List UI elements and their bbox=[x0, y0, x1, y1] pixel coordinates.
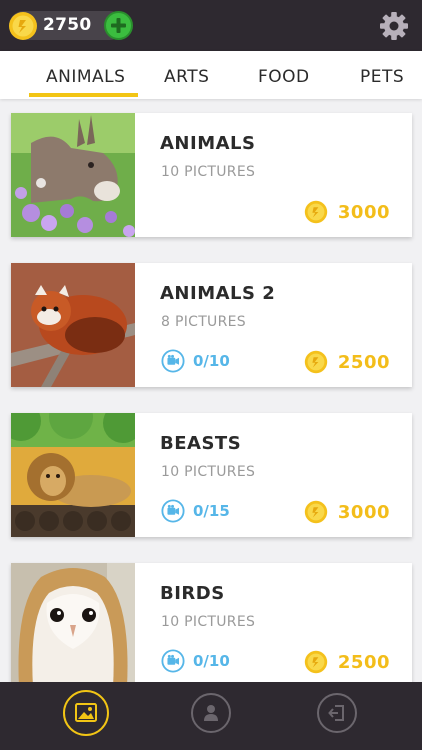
red-panda-thumbnail bbox=[11, 263, 135, 387]
donkey-thumbnail bbox=[11, 113, 135, 237]
video-camera-icon bbox=[161, 649, 185, 673]
price-value: 2500 bbox=[337, 651, 390, 673]
coin-icon bbox=[304, 200, 328, 224]
tab-pets[interactable]: PETS bbox=[360, 67, 404, 87]
video-unlock-progress[interactable]: 0/10 bbox=[161, 649, 230, 673]
unlock-price[interactable]: 3000 bbox=[304, 500, 390, 524]
tab-arts[interactable]: ARTS bbox=[164, 67, 209, 87]
category-title: BIRDS bbox=[160, 583, 225, 604]
coin-count: 2750 bbox=[43, 15, 92, 35]
category-title: BEASTS bbox=[160, 433, 242, 454]
category-title: ANIMALS bbox=[160, 133, 256, 154]
coin-icon bbox=[304, 350, 328, 374]
owl-thumbnail bbox=[11, 563, 135, 687]
top-bar: 2750 bbox=[0, 0, 422, 51]
tab-food[interactable]: FOOD bbox=[258, 67, 310, 87]
coin-balance: 2750 bbox=[8, 11, 133, 41]
category-card-animals-2[interactable]: ANIMALS 2 8 PICTURES 0/10 2500 bbox=[11, 263, 412, 387]
unlock-price[interactable]: 3000 bbox=[304, 200, 390, 224]
active-tab-indicator bbox=[29, 93, 138, 97]
picture-count: 8 PICTURES bbox=[161, 314, 246, 330]
picture-count: 10 PICTURES bbox=[161, 614, 256, 630]
category-card-birds[interactable]: BIRDS 10 PICTURES 0/10 2500 bbox=[11, 563, 412, 687]
price-value: 2500 bbox=[337, 351, 390, 373]
lion-thumbnail bbox=[11, 413, 135, 537]
tab-animals[interactable]: ANIMALS bbox=[46, 67, 125, 87]
plus-icon bbox=[111, 18, 126, 33]
coin-icon bbox=[304, 500, 328, 524]
coin-icon bbox=[8, 11, 38, 41]
unlock-price[interactable]: 2500 bbox=[304, 350, 390, 374]
add-coins-button[interactable] bbox=[104, 11, 133, 40]
price-value: 3000 bbox=[337, 501, 390, 523]
gallery-icon bbox=[75, 703, 97, 722]
coin-icon bbox=[304, 650, 328, 674]
picture-count: 10 PICTURES bbox=[161, 464, 256, 480]
picture-count: 10 PICTURES bbox=[161, 164, 256, 180]
video-camera-icon bbox=[161, 499, 185, 523]
video-progress-text: 0/10 bbox=[193, 352, 230, 370]
price-value: 3000 bbox=[337, 201, 390, 223]
exit-icon bbox=[328, 705, 344, 721]
category-title: ANIMALS 2 bbox=[160, 283, 276, 304]
video-unlock-progress[interactable]: 0/10 bbox=[161, 349, 230, 373]
category-card-animals[interactable]: ANIMALS 10 PICTURES 3000 bbox=[11, 113, 412, 237]
settings-gear-icon[interactable] bbox=[379, 11, 409, 41]
video-camera-icon bbox=[161, 349, 185, 373]
category-tabs: ANIMALS ARTS FOOD PETS bbox=[0, 51, 422, 99]
video-progress-text: 0/15 bbox=[193, 502, 230, 520]
video-unlock-progress[interactable]: 0/15 bbox=[161, 499, 230, 523]
nav-profile-button[interactable] bbox=[191, 693, 231, 733]
profile-icon bbox=[204, 705, 218, 721]
bottom-nav bbox=[0, 682, 422, 750]
unlock-price[interactable]: 2500 bbox=[304, 650, 390, 674]
nav-exit-button[interactable] bbox=[317, 693, 357, 733]
video-progress-text: 0/10 bbox=[193, 652, 230, 670]
category-card-beasts[interactable]: BEASTS 10 PICTURES 0/15 3000 bbox=[11, 413, 412, 537]
nav-gallery-button[interactable] bbox=[63, 690, 109, 736]
